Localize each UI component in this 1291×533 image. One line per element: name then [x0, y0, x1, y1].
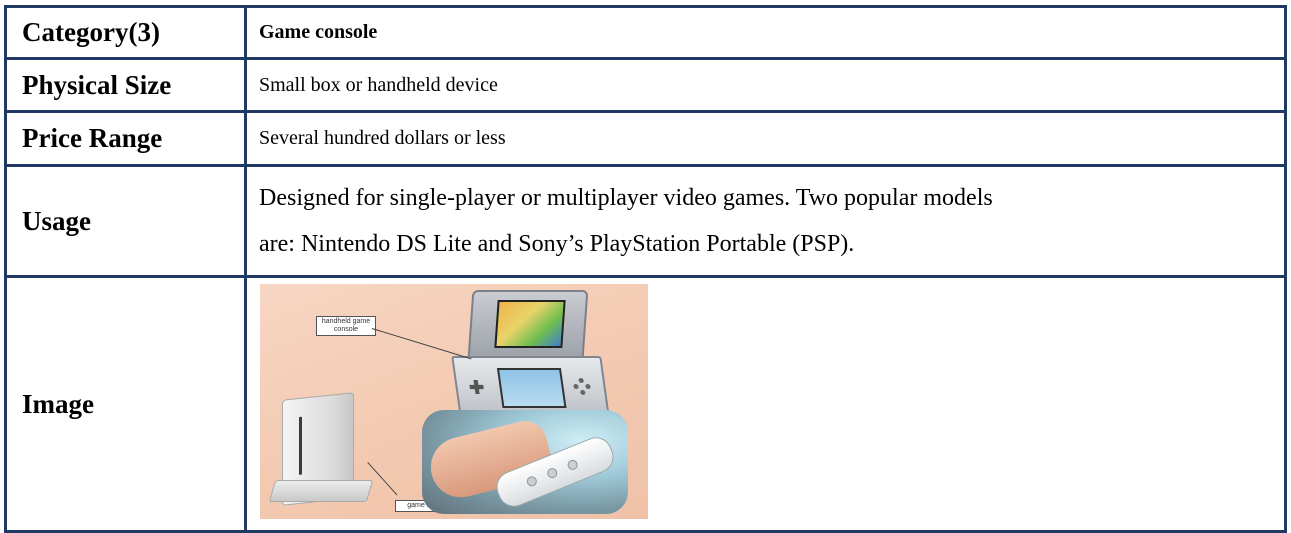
usage-key: Usage: [4, 164, 247, 278]
face-buttons-icon: [572, 378, 593, 396]
game-console-photo: handheld game console game console: [260, 284, 648, 519]
physical-size-key: Physical Size: [4, 57, 247, 113]
category-value: Game console: [244, 5, 1287, 60]
row-price-range: Price Range Several hundred dollars or l…: [4, 110, 1287, 167]
row-usage: Usage Designed for single-player or mult…: [4, 164, 1287, 278]
usage-value: Designed for single-player or multiplaye…: [244, 164, 1287, 278]
physical-size-value: Small box or handheld device: [244, 57, 1287, 113]
row-category: Category(3) Game console: [4, 5, 1287, 60]
handheld-leader-line: [371, 328, 472, 360]
ds-lite-top-half: [467, 290, 589, 358]
usage-line-1: Designed for single-player or multiplaye…: [259, 185, 993, 211]
row-physical-size: Physical Size Small box or handheld devi…: [4, 57, 1287, 113]
row-image: Image handheld game console game: [4, 275, 1287, 533]
disc-slot: [299, 416, 302, 475]
handheld-label: handheld game console: [316, 316, 376, 336]
dpad-icon: [469, 380, 485, 394]
price-range-key: Price Range: [4, 110, 247, 167]
ds-touch-screen: [496, 368, 567, 408]
remote-photo: [422, 410, 628, 514]
console-leader-line: [367, 462, 398, 496]
game-console-table: Category(3) Game console Physical Size S…: [4, 5, 1287, 533]
ds-top-screen: [494, 300, 566, 348]
category-key: Category(3): [4, 5, 247, 60]
wii-stand: [268, 480, 374, 502]
image-cell: handheld game console game console: [244, 275, 1287, 533]
image-key: Image: [4, 275, 247, 533]
usage-line-2: are: Nintendo DS Lite and Sony’s PlaySta…: [259, 231, 855, 257]
price-range-value: Several hundred dollars or less: [244, 110, 1287, 167]
